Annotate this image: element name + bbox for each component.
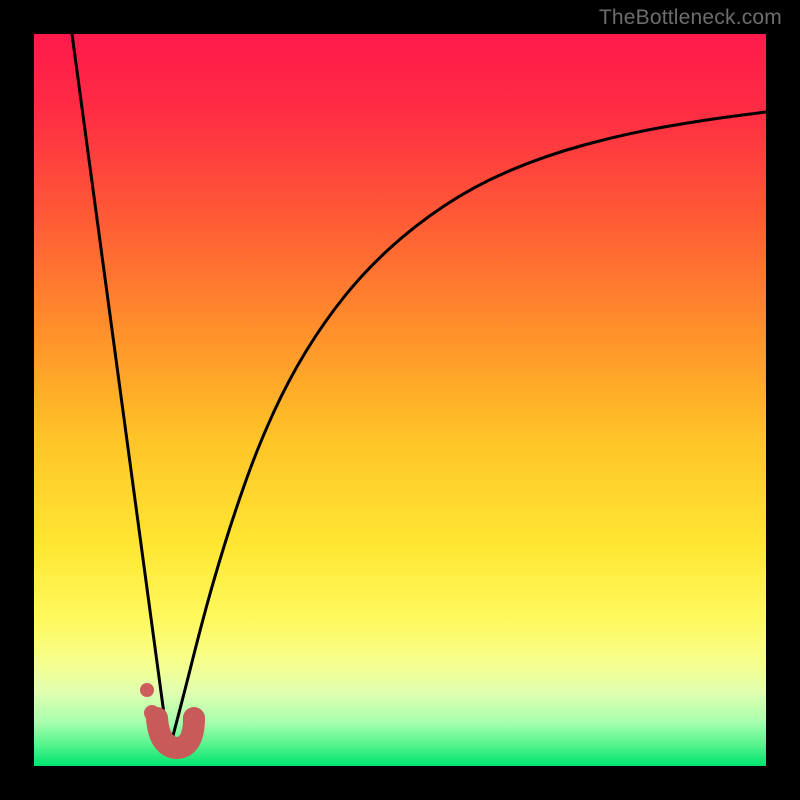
curves-layer	[34, 34, 766, 766]
outer-frame: TheBottleneck.com	[0, 0, 800, 800]
marker-group	[140, 683, 194, 748]
watermark-text: TheBottleneck.com	[599, 6, 782, 30]
marker-dot	[140, 683, 154, 697]
plot-area	[34, 34, 766, 766]
right-branch-curve	[169, 112, 766, 751]
left-branch-line	[72, 34, 169, 751]
